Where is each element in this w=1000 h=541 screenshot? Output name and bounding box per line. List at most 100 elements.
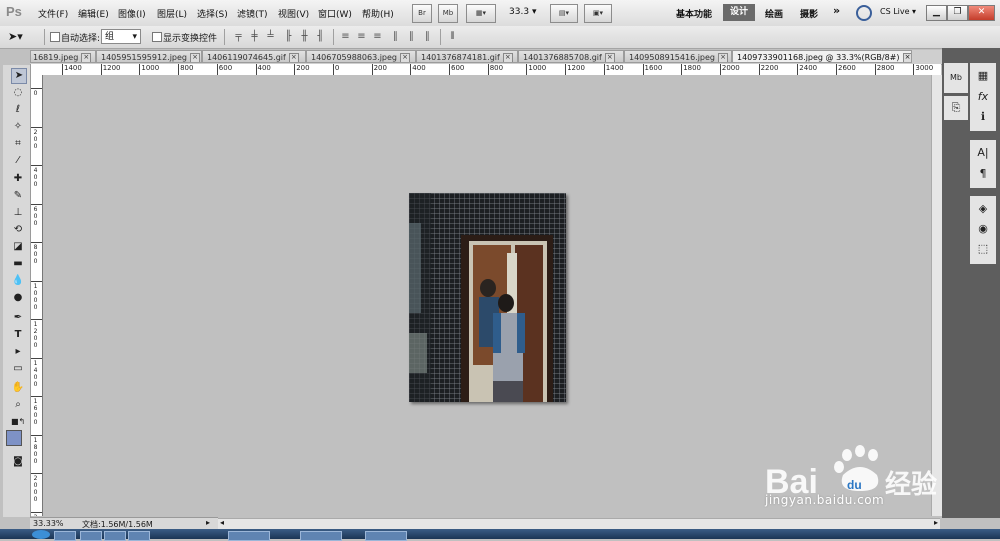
marquee-tool-icon[interactable]: ◌ (11, 86, 25, 100)
workspace-design[interactable]: 设计 (723, 4, 755, 21)
crop-tool-icon[interactable]: ⌗ (11, 137, 25, 151)
default-colors-icon[interactable]: ■↰ (11, 415, 25, 429)
taskbar-item[interactable] (128, 531, 150, 541)
restore-button[interactable]: ❐ (947, 5, 968, 21)
minibridge-panel-button[interactable]: Mb (944, 63, 968, 93)
fx-styles-icon[interactable]: fx (970, 88, 996, 106)
document-image[interactable] (409, 193, 566, 402)
bridge-button[interactable]: Br (412, 4, 432, 23)
workspace-basic[interactable]: 基本功能 (676, 7, 712, 20)
menu-file[interactable]: 文件(F) (38, 7, 68, 20)
align-right-icon[interactable]: ╢ (314, 30, 327, 43)
history-panel-button[interactable]: ⎘ (944, 96, 968, 120)
taskbar-item[interactable] (300, 531, 342, 541)
minibridge-button[interactable]: Mb (438, 4, 458, 23)
close-tab-icon[interactable]: × (400, 52, 411, 62)
zoom-level[interactable]: 33.3 (509, 7, 529, 17)
close-button[interactable]: ✕ (968, 5, 995, 21)
close-tab-icon[interactable]: × (902, 52, 911, 62)
taskbar-item[interactable] (104, 531, 126, 541)
zoom-status[interactable]: 33.33% (33, 519, 64, 528)
more-workspaces-icon[interactable]: » (833, 4, 840, 17)
scroll-left-icon[interactable]: ◂ (220, 518, 224, 527)
align-vcenter-icon[interactable]: ╪ (248, 30, 261, 43)
dodge-tool-icon[interactable]: ● (11, 291, 25, 305)
align-bottom-icon[interactable]: ╧ (264, 30, 277, 43)
minimize-button[interactable]: ▁ (926, 5, 947, 21)
close-tab-icon[interactable]: × (288, 52, 299, 62)
distribute-bottom-icon[interactable]: ≡ (371, 30, 384, 43)
auto-select-checkbox[interactable] (50, 32, 60, 42)
vertical-ruler[interactable]: 0 200 400 600 800 1000 1200 1400 1600 1800 2000 220… (31, 75, 43, 516)
menu-select[interactable]: 选择(S) (197, 7, 228, 20)
taskbar-item[interactable] (228, 531, 270, 541)
zoom-tool-icon[interactable]: ⌕ (11, 398, 25, 412)
align-hcenter-icon[interactable]: ╫ (298, 30, 311, 43)
document-tab[interactable]: 1401376874181.gif × (416, 50, 518, 63)
menu-window[interactable]: 窗口(W) (318, 7, 352, 20)
align-top-icon[interactable]: ╤ (232, 30, 245, 43)
cslive-dropdown-icon[interactable]: ▾ (912, 7, 916, 16)
pen-tool-icon[interactable]: ✒ (11, 311, 25, 325)
gradient-tool-icon[interactable]: ▬ (11, 257, 25, 271)
workspace-painting[interactable]: 绘画 (765, 7, 783, 20)
distribute-top-icon[interactable]: ≡ (339, 30, 352, 43)
align-left-icon[interactable]: ╟ (282, 30, 295, 43)
foreground-color-swatch[interactable] (6, 430, 22, 446)
distribute-left-icon[interactable]: ∥ (389, 30, 402, 43)
eyedropper-tool-icon[interactable]: ⁄ (11, 154, 25, 168)
rectangle-tool-icon[interactable]: ▭ (11, 362, 25, 376)
type-tool-icon[interactable]: T (11, 328, 25, 342)
taskbar-item[interactable] (54, 531, 76, 541)
clone-stamp-tool-icon[interactable]: ⊥ (11, 206, 25, 220)
taskbar-item[interactable] (365, 531, 407, 541)
view-extras-button[interactable]: ▦▾ (466, 4, 496, 23)
taskbar-item[interactable] (80, 531, 102, 541)
history-brush-tool-icon[interactable]: ⟲ (11, 223, 25, 237)
document-tab-active[interactable]: 1409733901168.jpeg @ 33.3%(RGB/8#) × (732, 50, 912, 63)
document-tab[interactable]: 1409508915416.jpeg × (624, 50, 732, 63)
document-tab[interactable]: 16819.jpeg × (30, 50, 96, 63)
menu-filter[interactable]: 滤镜(T) (237, 7, 268, 20)
arrange-documents-button[interactable]: ▤▾ (550, 4, 578, 23)
quick-mask-icon[interactable]: ◙ (11, 455, 25, 469)
menu-image[interactable]: 图像(I) (118, 7, 146, 20)
cslive-button[interactable]: CS Live (880, 7, 910, 16)
eraser-tool-icon[interactable]: ◪ (11, 240, 25, 254)
lasso-tool-icon[interactable]: ℓ (11, 103, 25, 117)
zoom-dropdown-icon[interactable]: ▾ (532, 7, 537, 17)
start-button[interactable] (32, 530, 50, 539)
channels-icon[interactable]: ◉ (970, 220, 996, 238)
menu-view[interactable]: 视图(V) (278, 7, 309, 20)
paragraph-icon[interactable]: ¶ (970, 165, 996, 183)
move-tool-preset-icon[interactable]: ➤▾ (8, 29, 30, 44)
close-tab-icon[interactable]: × (604, 52, 615, 62)
quick-select-tool-icon[interactable]: ✧ (11, 120, 25, 134)
document-tab[interactable]: 1405951595912.jpeg × (96, 50, 202, 63)
document-tab[interactable]: 1406705988063.jpeg × (306, 50, 416, 63)
distribute-right-icon[interactable]: ∥ (421, 30, 434, 43)
close-tab-icon[interactable]: × (718, 52, 729, 62)
show-transform-checkbox[interactable] (152, 32, 162, 42)
hand-tool-icon[interactable]: ✋ (11, 381, 25, 395)
paths-icon[interactable]: ⬚ (970, 240, 996, 258)
healing-brush-tool-icon[interactable]: ✚ (11, 172, 25, 186)
screen-mode-button[interactable]: ▣▾ (584, 4, 612, 23)
auto-select-dropdown[interactable]: 组 ▾ (101, 29, 141, 44)
auto-align-icon[interactable]: ⫴ (446, 30, 459, 43)
document-tab[interactable]: 1406119074645.gif × (202, 50, 306, 63)
close-tab-icon[interactable]: × (190, 52, 201, 62)
histogram-icon[interactable]: ▦ (970, 67, 996, 85)
move-tool-icon[interactable]: ➤ (11, 68, 27, 84)
menu-layer[interactable]: 图层(L) (157, 7, 187, 20)
status-menu-icon[interactable]: ▸ (206, 518, 210, 527)
document-tab[interactable]: 1401376885708.gif × (518, 50, 624, 63)
close-tab-icon[interactable]: × (81, 52, 92, 62)
distribute-vcenter-icon[interactable]: ≡ (355, 30, 368, 43)
info-icon[interactable]: ℹ (970, 108, 996, 126)
close-tab-icon[interactable]: × (502, 52, 513, 62)
layers-icon[interactable]: ◈ (970, 200, 996, 218)
blur-tool-icon[interactable]: 💧 (11, 274, 25, 288)
path-selection-tool-icon[interactable]: ▸ (11, 345, 25, 359)
menu-edit[interactable]: 编辑(E) (78, 7, 109, 20)
